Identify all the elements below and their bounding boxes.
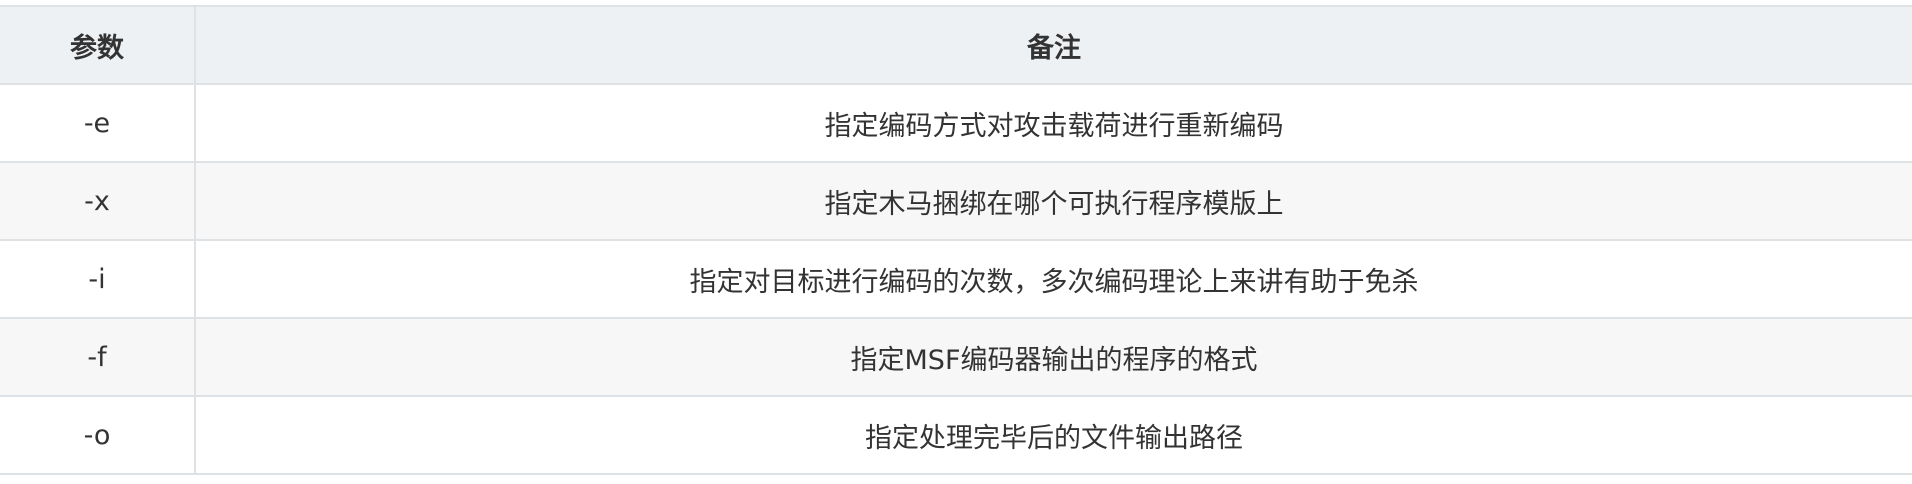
table-row: -o 指定处理完毕后的文件输出路径 [0,395,1912,475]
note-cell: 指定MSF编码器输出的程序的格式 [194,317,1912,397]
note-cell: 指定处理完毕后的文件输出路径 [194,395,1912,475]
table-row: -i 指定对目标进行编码的次数，多次编码理论上来讲有助于免杀 [0,239,1912,319]
header-row: 参数 备注 [0,5,1912,85]
table-body: -e 指定编码方式对攻击载荷进行重新编码 -x 指定木马捆绑在哪个可执行程序模版… [0,83,1912,475]
param-cell: -e [0,83,195,163]
table-row: -x 指定木马捆绑在哪个可执行程序模版上 [0,161,1912,241]
note-cell: 指定木马捆绑在哪个可执行程序模版上 [194,161,1912,241]
header-note: 备注 [194,5,1912,85]
header-param: 参数 [0,5,195,85]
parameter-table-container: 参数 备注 -e 指定编码方式对攻击载荷进行重新编码 -x 指定木马捆绑在哪个可… [0,5,1912,475]
table-header: 参数 备注 [0,5,1912,85]
param-cell: -i [0,239,195,319]
parameter-table: 参数 备注 -e 指定编码方式对攻击载荷进行重新编码 -x 指定木马捆绑在哪个可… [0,5,1912,475]
param-cell: -o [0,395,195,475]
note-cell: 指定编码方式对攻击载荷进行重新编码 [194,83,1912,163]
note-cell: 指定对目标进行编码的次数，多次编码理论上来讲有助于免杀 [194,239,1912,319]
param-cell: -f [0,317,195,397]
param-cell: -x [0,161,195,241]
table-row: -f 指定MSF编码器输出的程序的格式 [0,317,1912,397]
table-row: -e 指定编码方式对攻击载荷进行重新编码 [0,83,1912,163]
